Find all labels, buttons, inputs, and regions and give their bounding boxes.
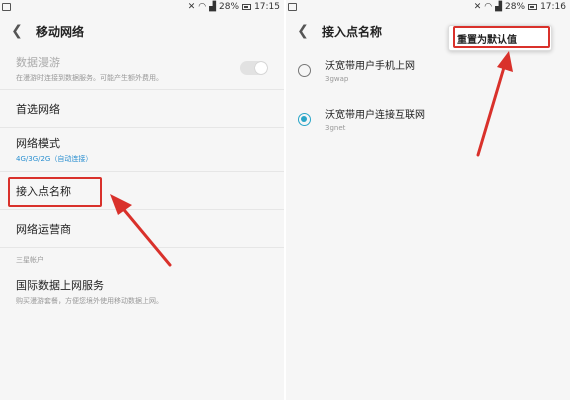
arrow-to-apn	[110, 194, 172, 267]
annotation-arrows	[110, 51, 513, 267]
arrow-to-reset	[476, 51, 513, 157]
